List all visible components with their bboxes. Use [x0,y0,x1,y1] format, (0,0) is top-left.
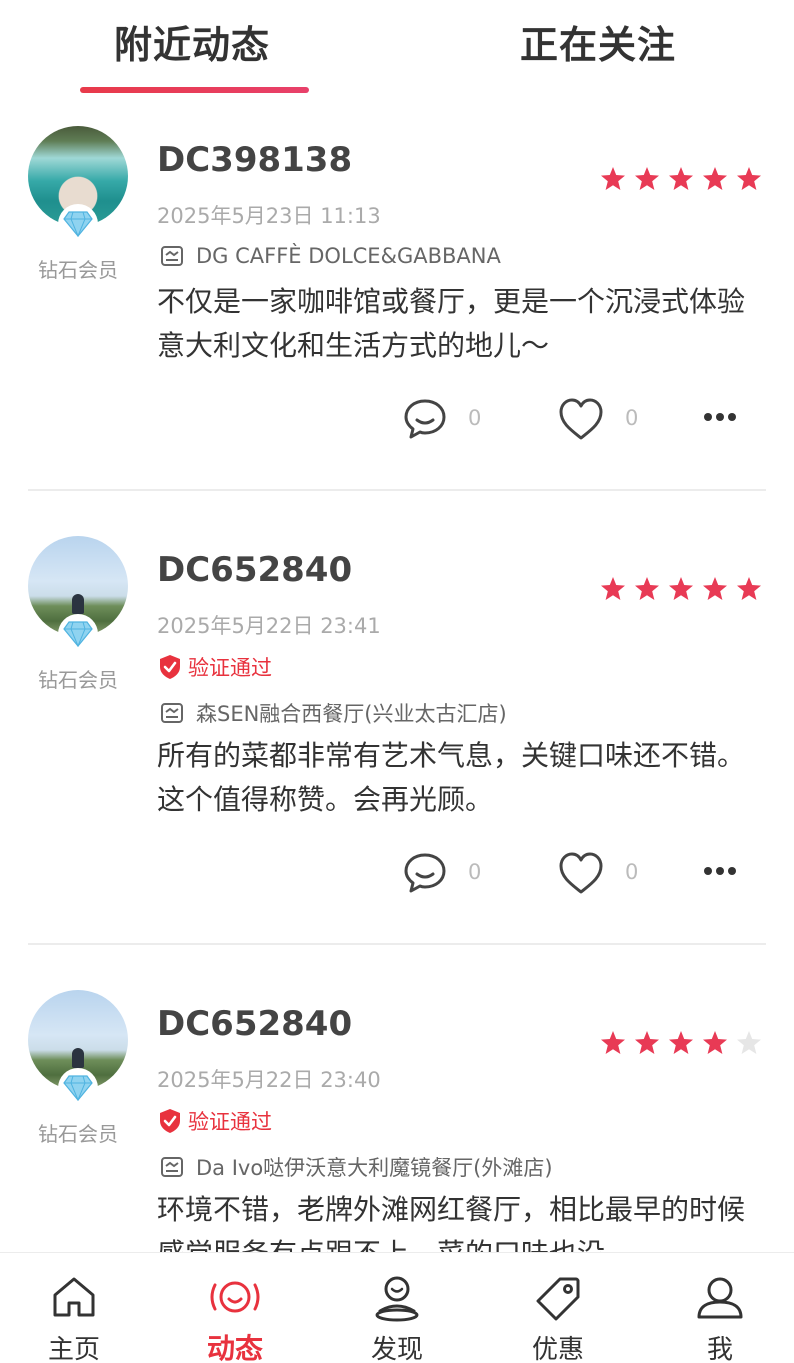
divider [28,489,766,491]
nav-home[interactable]: 主页 [14,1253,134,1363]
star-icon [635,577,659,600]
star-icon [703,167,727,190]
heart-icon[interactable] [557,850,605,896]
restaurant-link[interactable]: 森SEN融合西餐厅(兴业太古汇店) [160,698,507,728]
restaurant-link[interactable]: DG CAFFÈ DOLCE&GABBANA [160,244,501,268]
verified-shield-icon [160,655,180,679]
nav-discover[interactable]: 发现 [337,1253,457,1363]
verified-label: 验证通过 [188,1110,272,1134]
store-icon [161,1157,183,1177]
comment-count: 0 [468,860,482,884]
star-icon [737,167,761,190]
home-icon [53,1277,95,1317]
star-icon [669,577,693,600]
member-badge-label: 钻石会员 [38,668,118,692]
top-tab-bar: 附近动态 正在关注 [0,0,794,100]
timestamp: 2025年5月22日 23:41 [157,614,381,638]
tag-icon [536,1277,580,1321]
star-icon [703,1031,727,1054]
discover-icon [375,1276,419,1322]
profile-icon [697,1277,743,1319]
store-icon [161,246,183,266]
diamond-badge-icon [58,204,98,244]
rating-stars [600,576,762,602]
verified-badge: 验证通过 [158,1106,272,1136]
nav-me-label: 我 [706,1335,733,1363]
star-icon [669,167,693,190]
tab-nearby[interactable]: 附近动态 [114,14,270,69]
review-feed[interactable]: 钻石会员 DC398138 2025年5月23日 11:13 DG CAFFÈ … [0,104,794,1252]
post-card: 钻石会员 DC652840 2025年5月22日 23:40 验证通过 Da I… [0,968,794,1252]
comment-icon[interactable] [402,850,448,896]
verified-label: 验证通过 [188,656,272,680]
restaurant-name: DG CAFFÈ DOLCE&GABBANA [196,244,501,268]
verified-badge: 验证通过 [158,652,272,682]
review-text: 所有的菜都非常有艺术气息，关键口味还不错。这个值得称赞。会再光顾。 [157,739,746,816]
star-icon [601,167,625,190]
heart-icon[interactable] [557,396,605,442]
more-options-icon[interactable] [703,412,737,422]
rating-stars [600,1030,762,1056]
post-actions: 0 0 [0,850,794,900]
star-icon [737,1031,761,1054]
review-text: 不仅是一家咖啡馆或餐厅，更是一个沉浸式体验意大利文化和生活方式的地儿～ [157,285,746,362]
timestamp: 2025年5月23日 11:13 [157,204,381,228]
comment-icon[interactable] [402,396,448,442]
store-icon [161,703,183,723]
review-text: 环境不错，老牌外滩网红餐厅，相比最早的时候感觉服务有点跟不上，菜的口味也没 [157,1193,746,1252]
like-count: 0 [625,406,639,430]
more-options-icon[interactable] [703,866,737,876]
nav-home-label: 主页 [47,1335,100,1363]
star-icon [601,577,625,600]
comment-count: 0 [468,406,482,430]
bottom-navigation: 主页 动态 发现 优惠 我 [0,1252,794,1363]
divider [28,943,766,945]
nav-discover-label: 发现 [370,1335,423,1363]
nav-feed[interactable]: 动态 [175,1253,295,1363]
member-badge-label: 钻石会员 [38,1122,118,1146]
restaurant-name: 森SEN融合西餐厅(兴业太古汇店) [196,702,507,726]
star-icon [635,1031,659,1054]
nav-feed-label: 动态 [206,1332,263,1363]
star-icon [737,577,761,600]
username[interactable]: DC652840 [157,550,352,590]
timestamp: 2025年5月22日 23:40 [157,1068,381,1092]
diamond-badge-icon [58,1068,98,1108]
post-actions: 0 0 [0,396,794,446]
username[interactable]: DC652840 [157,1004,352,1044]
post-card: 钻石会员 DC652840 2025年5月22日 23:41 验证通过 森SEN… [0,514,794,946]
star-icon [703,577,727,600]
star-icon [669,1031,693,1054]
diamond-badge-icon [58,614,98,654]
star-icon [635,167,659,190]
tab-following[interactable]: 正在关注 [520,14,676,69]
nav-me[interactable]: 我 [660,1253,780,1363]
post-card: 钻石会员 DC398138 2025年5月23日 11:13 DG CAFFÈ … [0,104,794,492]
member-badge-label: 钻石会员 [38,258,118,282]
verified-shield-icon [160,1109,180,1133]
nav-deals[interactable]: 优惠 [498,1253,618,1363]
nav-deals-label: 优惠 [531,1335,584,1363]
restaurant-name: Da Ivo哒伊沃意大利魔镜餐厅(外滩店) [196,1156,553,1180]
feed-smile-icon [210,1281,260,1313]
active-tab-indicator [80,87,309,93]
like-count: 0 [625,860,639,884]
restaurant-link[interactable]: Da Ivo哒伊沃意大利魔镜餐厅(外滩店) [160,1152,553,1182]
star-icon [601,1031,625,1054]
username[interactable]: DC398138 [157,140,352,180]
rating-stars [600,166,762,192]
